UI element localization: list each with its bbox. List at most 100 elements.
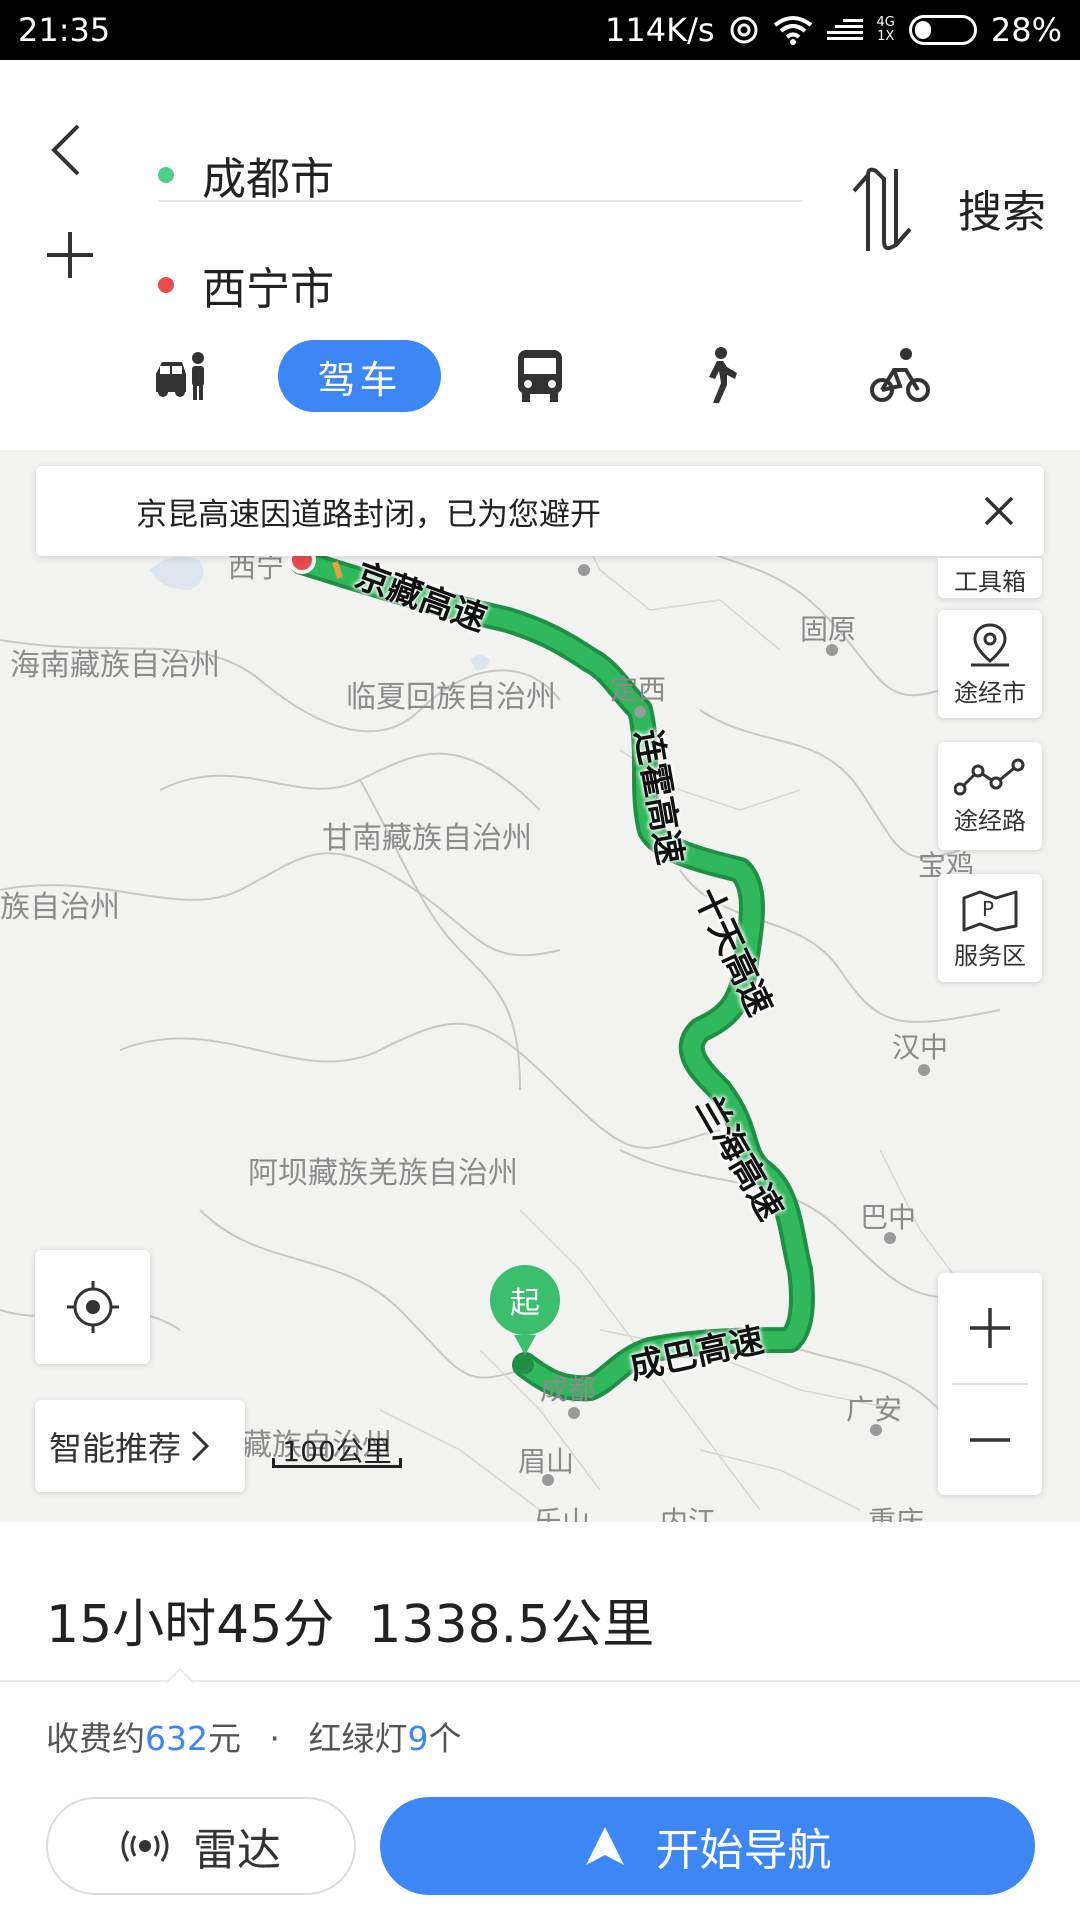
travel-mode-tabs: 驾车 [0,340,1080,420]
city-label: 定西 [610,673,667,706]
route-planning-screen: { "status_bar": { "time": "21:35", "spee… [0,0,1080,1920]
city-label: 重庆 [868,1505,925,1522]
zoom-out-button[interactable] [938,1385,1042,1495]
end-point-text: 西宁市 [202,264,334,315]
city-label: 眉山 [518,1445,575,1478]
toll-unit: 元 [208,1719,241,1758]
start-point-text: 成都市 [202,154,334,205]
tab-drive[interactable]: 驾车 [278,340,441,412]
back-button[interactable] [40,115,90,185]
network-speed: 114K/s [605,11,715,49]
end-point-field[interactable]: 西宁市 [158,250,334,320]
tab-bike[interactable] [868,340,932,412]
network-type: 4G 1X [876,15,895,44]
selected-route-notch [165,1667,195,1697]
add-waypoint-button[interactable] [40,225,100,285]
route-header: 成都市 西宁市 搜索 驾车 [0,60,1080,450]
city-label: 固原 [800,613,857,646]
radar-label: 雷达 [193,1825,281,1876]
wifi-icon [773,16,812,45]
minus-icon [970,1438,1010,1442]
map-scale: 100公里 [272,1430,402,1480]
map-view[interactable]: 海南藏族自治州 临夏回族自治州 甘南藏族自治州 族自治州 阿坝藏族羌族自治州 藏… [0,450,1080,1522]
scale-bar [272,1458,402,1468]
field-divider [158,200,803,202]
search-button[interactable]: 搜索 [958,176,1046,240]
end-dot [158,277,174,293]
route-fees: 收费约632元 · 红绿灯9个 [46,1712,462,1760]
city-label: 巴中 [860,1201,917,1234]
start-navigation-button[interactable]: 开始导航 [380,1797,1035,1895]
hotspot-icon [730,16,758,44]
via-city-label: 途经市 [954,678,1026,707]
chevron-right-icon [191,1430,209,1462]
route-distance: 1338.5公里 [368,1595,655,1655]
toll-amount: 632 [145,1719,208,1758]
plus-icon [47,232,93,278]
battery-icon [908,15,977,45]
bike-icon [870,348,930,402]
status-bar: 21:35 114K/s 4G 1X 28% [0,0,1080,60]
bus-icon [518,350,562,402]
fees-separator: · [269,1719,281,1758]
battery-percent: 28% [990,11,1062,49]
city-label: 乐山 [534,1505,591,1522]
toolbox-button[interactable]: 工具箱 [938,558,1042,598]
route-line-icon [954,758,1025,795]
service-area-label: 服务区 [954,941,1026,970]
route-duration: 15小时45分 [46,1595,335,1655]
swap-button[interactable] [850,165,916,255]
city-label: 内江 [660,1505,717,1522]
signal-icon [826,19,863,40]
navigation-arrow-icon [585,1827,624,1865]
radar-button[interactable]: 雷达 [46,1797,356,1895]
lights-count: 9 [407,1719,429,1758]
clock: 21:35 [18,11,111,49]
city-label: 汉中 [892,1031,949,1064]
start-marker-label: 起 [490,1265,560,1335]
lights-unit: 个 [428,1719,462,1758]
taxi-icon [156,352,204,400]
start-marker: 起 [490,1265,560,1375]
region-label: 海南藏族自治州 [10,648,220,683]
start-marker-tail [514,1335,536,1374]
close-icon [984,496,1014,526]
tab-bus[interactable] [510,340,570,412]
route-notice-banner: 京昆高速因道路封闭，已为您避开 [36,466,1044,556]
locate-button[interactable] [35,1250,150,1364]
tab-drive-label: 驾车 [317,357,402,402]
city-label: 广安 [846,1393,903,1426]
smart-recommend-label: 智能推荐 [49,1429,181,1468]
tab-walk[interactable] [694,340,744,412]
notice-text: 京昆高速因道路封闭，已为您避开 [136,496,601,533]
swap-icon [852,167,912,251]
plus-icon [970,1308,1010,1348]
smart-recommend-button[interactable]: 智能推荐 [35,1400,245,1492]
location-pin-icon [971,622,1009,666]
summary-divider [0,1680,1080,1682]
lights-prefix: 红绿灯 [308,1719,408,1758]
walk-icon [709,347,737,403]
service-map-icon: P [962,890,1018,931]
region-label: 甘南藏族自治州 [322,821,532,856]
region-label: 阿坝藏族羌族自治州 [248,1156,518,1191]
tab-taxi[interactable] [148,340,212,412]
via-road-button[interactable]: 途经路 [938,742,1042,850]
svg-text:P: P [982,897,994,921]
via-city-button[interactable]: 途经市 [938,610,1042,718]
crosshair-icon [66,1281,119,1333]
service-area-button[interactable]: P 服务区 [938,874,1042,982]
chevron-left-icon [51,124,80,176]
radar-icon [121,1830,169,1862]
region-label: 临夏回族自治州 [346,680,556,715]
zoom-in-button[interactable] [938,1273,1042,1383]
start-dot [158,167,174,183]
notice-close-button[interactable] [954,466,1044,556]
route-summary[interactable]: 15小时45分 1338.5公里 [46,1582,688,1657]
region-label: 族自治州 [0,890,120,925]
via-road-label: 途经路 [954,806,1026,835]
toolbox-label: 工具箱 [954,568,1026,596]
zoom-control [938,1273,1042,1495]
toll-prefix: 收费约 [46,1719,145,1758]
route-summary-sheet: 15小时45分 1338.5公里 收费约632元 · 红绿灯9个 雷达 开始导航 [0,1522,1080,1920]
